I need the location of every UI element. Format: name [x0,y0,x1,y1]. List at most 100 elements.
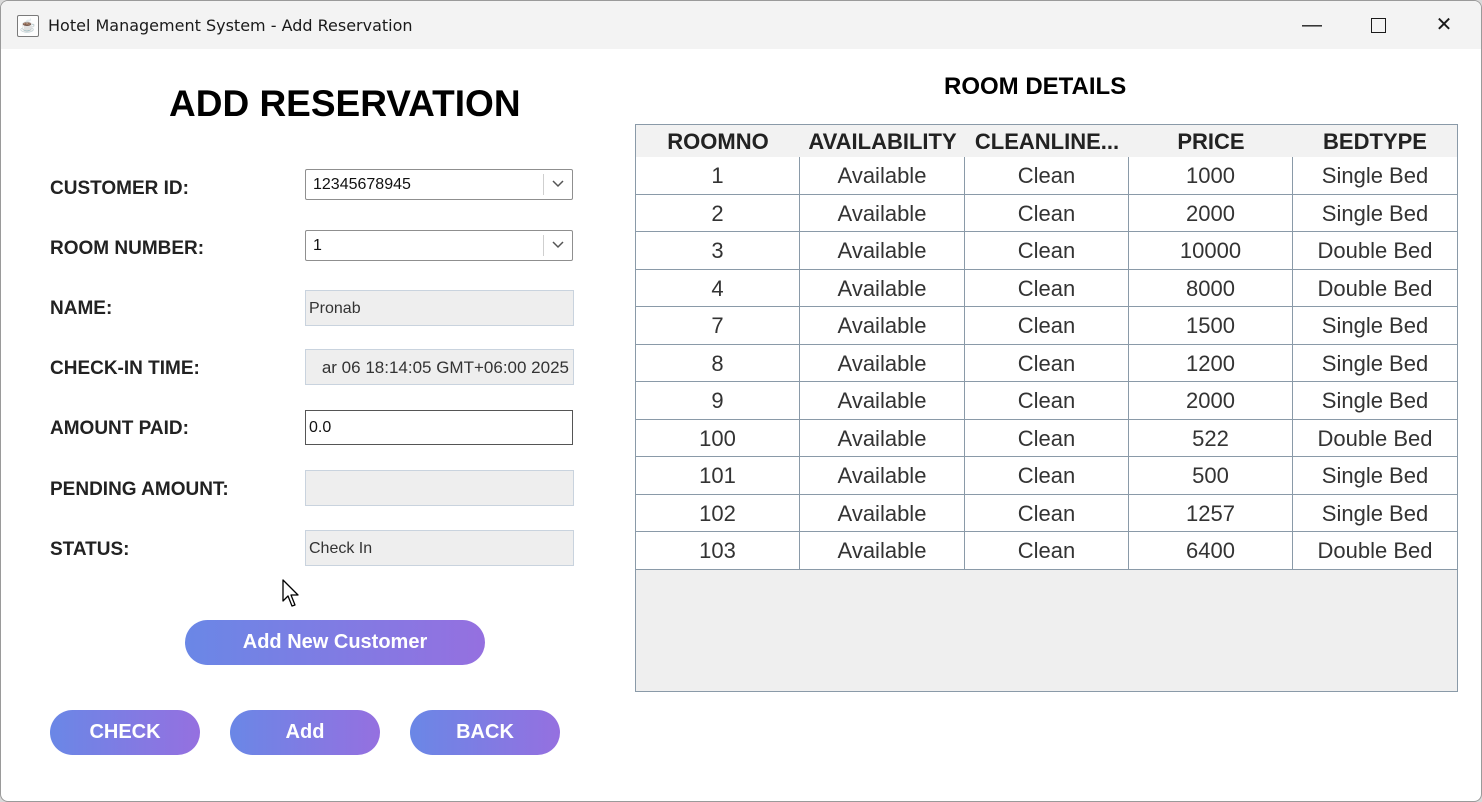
page-title: ADD RESERVATION [169,83,521,124]
cell-bedtype: Single Bed [1321,163,1429,188]
check-button[interactable]: CHECK [50,710,200,755]
cell-bedtype: Single Bed [1321,388,1429,413]
column-header-availability[interactable]: AVAILABILITY [800,125,965,157]
table-header: ROOMNO AVAILABILITY CLEANLINE... PRICE B… [636,125,1457,158]
amount-paid-field[interactable] [305,410,573,445]
combo-separator [543,174,544,195]
cell-bedtype: Double Bed [1317,275,1433,301]
maximize-button[interactable] [1345,1,1411,49]
status-field: Check In [305,530,574,566]
table-row[interactable]: 2 Available Clean 2000 Single Bed [636,194,1457,232]
cell-availability: Available [800,232,965,269]
cell-bedtype: Single Bed [1321,350,1429,376]
cell-bedtype: Single Bed [1321,500,1429,526]
room-number-combobox[interactable]: 1 [305,230,573,261]
cell-price: 1000 [1129,157,1293,194]
cell-roomno: 2 [636,194,800,232]
close-button[interactable]: ✕ [1411,1,1477,49]
add-button[interactable]: Add [230,710,380,755]
table-row[interactable]: 102 Available Clean 1257 Single Bed [636,494,1457,532]
cell-cleanliness: Clean [965,532,1129,569]
cell-price: 6400 [1129,532,1293,569]
back-button[interactable]: BACK [410,710,560,755]
cell-availability: Available [800,307,965,344]
cell-bedtype: Double Bed [1317,425,1433,451]
column-header-price[interactable]: PRICE [1129,125,1293,157]
cell-cleanliness: Clean [965,382,1129,419]
column-header-roomno[interactable]: ROOMNO [636,125,800,157]
cell-bedtype: Single Bed [1321,313,1429,338]
cell-roomno: 7 [636,307,800,344]
cell-cleanliness: Clean [965,269,1129,307]
window-title: Hotel Management System - Add Reservatio… [48,16,413,35]
cell-bedtype: Single Bed [1321,463,1429,488]
cell-roomno: 100 [636,419,800,457]
cell-cleanliness: Clean [965,307,1129,344]
name-value: Pronab [309,300,361,317]
status-value: Check In [309,540,373,557]
cell-availability: Available [800,344,965,382]
amount-paid-input[interactable] [309,419,559,437]
title-bar[interactable]: ☕ Hotel Management System - Add Reservat… [1,1,1481,49]
mouse-pointer-icon [282,579,299,607]
cell-price: 2000 [1129,382,1293,419]
chevron-down-icon[interactable] [551,172,565,201]
minimize-icon: — [1302,14,1322,36]
room-details-table[interactable]: ROOMNO AVAILABILITY CLEANLINE... PRICE B… [635,124,1458,692]
column-header-cleanliness[interactable]: CLEANLINE... [965,125,1129,157]
table-row[interactable]: 7 Available Clean 1500 Single Bed [636,307,1457,345]
column-header-bedtype[interactable]: BEDTYPE [1293,125,1457,157]
table-row[interactable]: 4 Available Clean 8000 Double Bed [636,269,1457,307]
cell-cleanliness: Clean [965,157,1129,194]
cell-cleanliness: Clean [965,194,1129,232]
cell-price: 1200 [1129,344,1293,382]
cell-bedtype: Double Bed [1317,238,1433,263]
cell-cleanliness: Clean [965,232,1129,269]
java-app-icon: ☕ [17,15,39,37]
table-row[interactable]: 1 Available Clean 1000 Single Bed [636,157,1457,195]
checkin-time-field: ar 06 18:14:05 GMT+06:00 2025 [305,349,574,385]
room-number-value: 1 [313,237,322,254]
customer-id-combobox[interactable]: 12345678945 [305,169,573,200]
close-icon: ✕ [1435,14,1453,36]
cell-roomno: 3 [636,232,800,269]
checkin-time-label: CHECK-IN TIME: [50,358,200,379]
cell-availability: Available [800,494,965,532]
cell-availability: Available [800,419,965,457]
app-window: ☕ Hotel Management System - Add Reservat… [0,0,1482,802]
cell-roomno: 103 [636,532,800,569]
cell-cleanliness: Clean [965,457,1129,494]
minimize-button[interactable]: — [1279,1,1345,49]
table-row[interactable]: 103 Available Clean 6400 Double Bed [636,532,1457,570]
cell-availability: Available [800,157,965,194]
customer-id-label: CUSTOMER ID: [50,178,189,199]
table-row[interactable]: 8 Available Clean 1200 Single Bed [636,344,1457,382]
cell-price: 500 [1129,457,1293,494]
cell-roomno: 1 [636,157,800,194]
status-label: STATUS: [50,539,130,560]
pending-amount-label: PENDING AMOUNT: [50,479,229,500]
maximize-icon [1370,18,1386,34]
cell-price: 522 [1129,419,1293,457]
cell-price: 2000 [1129,194,1293,232]
table-body: 1 Available Clean 1000 Single Bed 2 Available C… [636,157,1457,570]
cell-cleanliness: Clean [965,344,1129,382]
cell-bedtype: Double Bed [1317,538,1433,563]
cell-roomno: 9 [636,382,800,419]
add-new-customer-button[interactable]: Add New Customer [185,620,485,665]
cell-bedtype: Single Bed [1321,200,1429,226]
cell-availability: Available [800,269,965,307]
table-row[interactable]: 101 Available Clean 500 Single Bed [636,457,1457,495]
cell-price: 1500 [1129,307,1293,344]
pending-amount-field [305,470,574,506]
cell-availability: Available [800,382,965,419]
table-row[interactable]: 3 Available Clean 10000 Double Bed [636,232,1457,270]
cell-cleanliness: Clean [965,419,1129,457]
name-field: Pronab [305,290,574,326]
cell-availability: Available [800,457,965,494]
cell-availability: Available [800,194,965,232]
table-row[interactable]: 9 Available Clean 2000 Single Bed [636,382,1457,420]
cell-roomno: 4 [636,269,800,307]
chevron-down-icon[interactable] [551,233,565,262]
table-row[interactable]: 100 Available Clean 522 Double Bed [636,419,1457,457]
